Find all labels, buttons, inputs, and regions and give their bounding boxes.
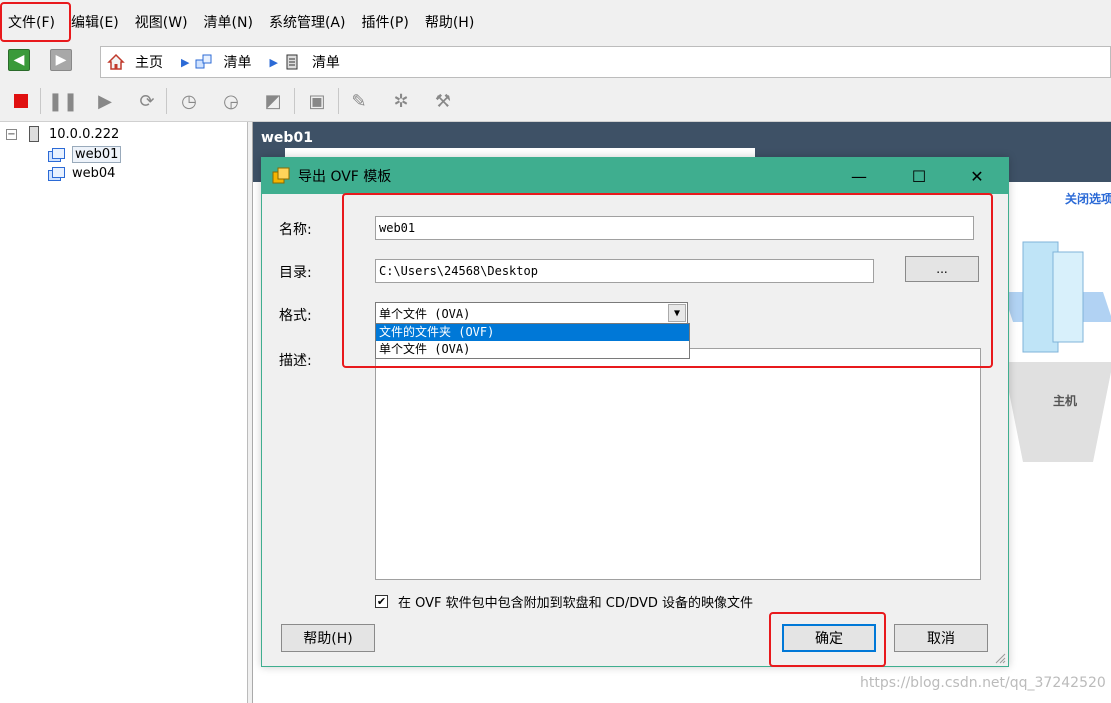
breadcrumb-inventory-list[interactable]: 清单 [284, 52, 340, 72]
format-option-ova[interactable]: 单个文件 (OVA) [376, 341, 689, 358]
breadcrumb-inventory-label: 清单 [223, 55, 252, 71]
revert-snapshot-icon[interactable]: ◶ [218, 88, 244, 114]
breadcrumb-inventory-list-label: 清单 [311, 55, 340, 71]
description-textarea[interactable] [375, 348, 981, 580]
menu-view[interactable]: 视图(W) [135, 12, 188, 32]
export-ovf-dialog: 导出 OVF 模板 — ☐ ✕ 名称: web01 目录: C:\Users\2… [261, 157, 1009, 667]
list-icon [284, 53, 302, 71]
inventory-tree: − 10.0.0.222 web01 web04 [0, 122, 248, 703]
snapshot-icon[interactable]: ◷ [176, 88, 202, 114]
host-illustration-icon [1003, 241, 1111, 462]
back-arrow-icon[interactable]: ◀ [8, 49, 30, 71]
dialog-title: 导出 OVF 模板 [298, 169, 392, 185]
maximize-icon[interactable]: ☐ [904, 164, 934, 188]
toolbar: ❚❚ ▶ ⟳ ◷ ◶ ◩ ▣ ✎ ✲ ⚒ [0, 80, 1111, 122]
collapse-icon[interactable]: − [6, 128, 17, 140]
resize-grip-icon[interactable] [992, 650, 1006, 664]
breadcrumb-home-label: 主页 [135, 55, 163, 71]
play-icon[interactable]: ▶ [92, 88, 118, 114]
include-images-option[interactable]: ✔ 在 OVF 软件包中包含附加到软盘和 CD/DVD 设备的映像文件 [375, 592, 753, 611]
refresh-icon[interactable]: ⟳ [134, 88, 160, 114]
directory-label: 目录: [279, 265, 312, 281]
menu-help[interactable]: 帮助(H) [425, 12, 474, 32]
edit-settings-icon[interactable]: ✎ [346, 88, 372, 114]
stop-icon[interactable] [8, 88, 34, 114]
chevron-down-icon[interactable]: ▼ [668, 304, 686, 322]
content-title: web01 [261, 130, 313, 146]
format-label: 格式: [279, 308, 312, 324]
inventory-icon [195, 53, 213, 71]
breadcrumb: 主页 ▶ 清单 ▶ 清单 [100, 46, 1111, 78]
host-label: 10.0.0.222 [49, 126, 120, 142]
include-images-checkbox[interactable]: ✔ [375, 595, 388, 608]
vm-icon [48, 147, 65, 162]
tree-item-web04[interactable]: web04 [48, 166, 115, 181]
help-button[interactable]: 帮助(H) [281, 624, 375, 652]
close-tab-link[interactable]: 关闭选项 [1065, 190, 1111, 207]
tree-item-web01[interactable]: web01 [48, 146, 122, 163]
include-images-label: 在 OVF 软件包中包含附加到软盘和 CD/DVD 设备的映像文件 [398, 596, 754, 611]
vm-label: web04 [72, 166, 116, 181]
format-dropdown: 文件的文件夹 (OVF) 单个文件 (OVA) [375, 323, 690, 359]
minimize-icon[interactable]: — [844, 164, 874, 188]
tools-icon[interactable]: ✲ [388, 88, 414, 114]
description-label: 描述: [279, 353, 312, 369]
navigation-bar: ◀ ▶ 主页 ▶ 清单 ▶ 清单 [0, 44, 1111, 80]
vm-icon [48, 166, 65, 181]
menu-plugins[interactable]: 插件(P) [361, 12, 408, 32]
directory-field[interactable]: C:\Users\24568\Desktop [375, 259, 874, 283]
tree-item-host[interactable]: − 10.0.0.222 [6, 126, 119, 142]
cancel-button[interactable]: 取消 [894, 624, 988, 652]
menu-edit[interactable]: 编辑(E) [71, 12, 119, 32]
host-illustration-label: 主机 [1053, 394, 1078, 408]
menu-inventory[interactable]: 清单(N) [204, 12, 253, 32]
watermark: https://blog.csdn.net/qq_37242520 [860, 675, 1106, 691]
menubar: 文件(F) 编辑(E) 视图(W) 清单(N) 系统管理(A) 插件(P) 帮助… [0, 0, 1111, 44]
pause-icon[interactable]: ❚❚ [48, 88, 78, 114]
menu-administration[interactable]: 系统管理(A) [269, 12, 346, 32]
ok-button[interactable]: 确定 [782, 624, 876, 652]
wrench-icon[interactable]: ⚒ [430, 88, 456, 114]
home-icon [107, 53, 125, 71]
vsphere-app-icon [272, 167, 290, 184]
breadcrumb-inventory[interactable]: 清单 [195, 52, 251, 72]
name-field[interactable]: web01 [375, 216, 974, 240]
browse-button[interactable]: ... [905, 256, 979, 282]
name-label: 名称: [279, 222, 312, 238]
close-icon[interactable]: ✕ [962, 164, 992, 188]
breadcrumb-separator-icon: ▶ [181, 55, 190, 69]
format-option-ovf[interactable]: 文件的文件夹 (OVF) [376, 324, 689, 341]
menu-file[interactable]: 文件(F) [8, 12, 55, 32]
format-select-value: 单个文件 (OVA) [379, 306, 471, 321]
vm-label: web01 [72, 146, 122, 163]
dialog-titlebar[interactable]: 导出 OVF 模板 — ☐ ✕ [262, 158, 1008, 194]
console-icon[interactable]: ▣ [304, 88, 330, 114]
server-icon [29, 126, 39, 142]
snapshot-manager-icon[interactable]: ◩ [260, 88, 286, 114]
breadcrumb-separator-icon: ▶ [269, 55, 278, 69]
breadcrumb-home[interactable]: 主页 [107, 52, 163, 72]
format-select[interactable]: 单个文件 (OVA) ▼ [375, 302, 688, 324]
forward-arrow-icon[interactable]: ▶ [50, 49, 72, 71]
